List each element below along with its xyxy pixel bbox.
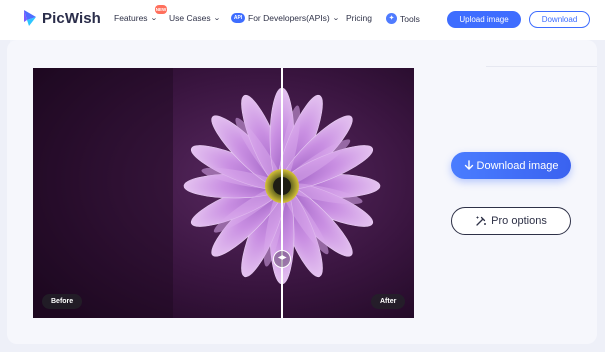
chevron-down-icon: ⌄ <box>149 15 158 22</box>
before-label: Before <box>42 294 83 309</box>
api-icon: API <box>231 13 245 23</box>
nav-features[interactable]: Features ⌄ <box>114 13 158 23</box>
after-label: After <box>371 294 406 309</box>
nav-pricing[interactable]: Pricing <box>346 13 372 23</box>
nav-tools[interactable]: ✦ Tools <box>386 13 420 24</box>
brand-name: PicWish <box>42 9 101 27</box>
nav-use-cases-label: Use Cases <box>169 13 211 23</box>
pro-options-button[interactable]: Pro options <box>451 207 571 235</box>
magic-wand-icon <box>475 215 487 227</box>
chevron-down-icon: ⌄ <box>331 15 340 22</box>
upload-image-button[interactable]: Upload image <box>447 11 521 28</box>
before-after-comparison[interactable]: ◀▶ Before After <box>33 68 414 318</box>
brand-logo[interactable]: PicWish <box>22 9 101 27</box>
nav-developers[interactable]: API For Developers(APIs) ⌄ <box>231 13 339 23</box>
download-arrow-icon <box>464 160 474 171</box>
pro-options-label: Pro options <box>491 215 547 227</box>
nav-developers-label: For Developers(APIs) <box>248 13 330 23</box>
flower-image <box>33 68 414 318</box>
tools-icon: ✦ <box>386 13 397 24</box>
nav-tools-label: Tools <box>400 13 420 24</box>
new-badge: NEW <box>155 5 167 14</box>
divider <box>486 66 597 67</box>
nav-pricing-label: Pricing <box>346 13 372 23</box>
nav-use-cases[interactable]: Use Cases ⌄ <box>169 13 221 23</box>
download-image-label: Download image <box>476 159 559 172</box>
chevron-down-icon: ⌄ <box>212 15 221 22</box>
picwish-logo-icon <box>22 9 38 27</box>
compare-divider[interactable] <box>281 68 283 318</box>
top-navbar: PicWish Features ⌄ NEW Use Cases ⌄ API F… <box>0 0 605 40</box>
nav-features-label: Features <box>114 13 148 23</box>
download-nav-button[interactable]: Download <box>529 11 590 28</box>
download-image-button[interactable]: Download image <box>451 152 571 179</box>
left-right-arrows-icon[interactable]: ◀▶ <box>273 250 291 268</box>
